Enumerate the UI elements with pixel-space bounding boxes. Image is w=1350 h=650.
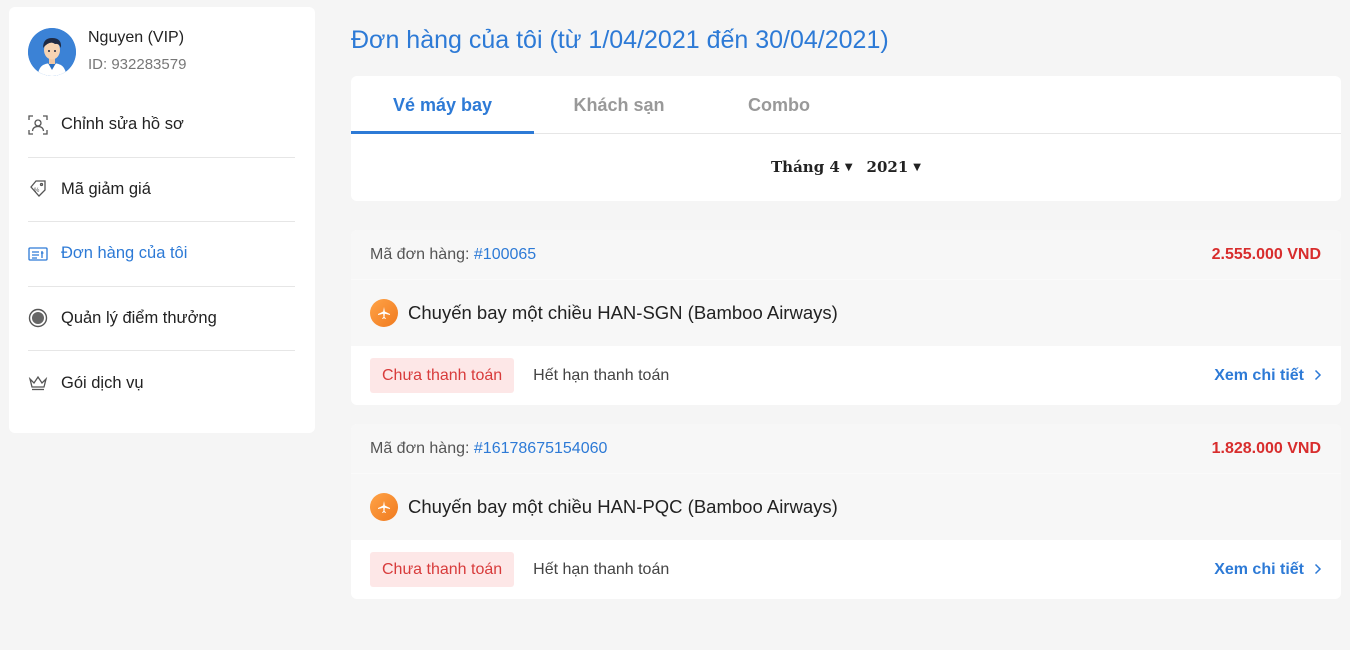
sidebar-item-label: Quản lý điểm thưởng: [61, 308, 217, 327]
order-card: Mã đơn hàng: #16178675154060 1.828.000 V…: [351, 424, 1341, 599]
tabs-card: Vé máy bay Khách sạn Combo Tháng 4 ▼ 202…: [351, 76, 1341, 201]
status-text: Hết hạn thanh toán: [533, 366, 670, 384]
order-code-label: Mã đơn hàng:: [370, 439, 470, 457]
user-id: ID: 932283579: [88, 56, 187, 73]
order-code-label: Mã đơn hàng:: [370, 245, 470, 263]
order-header: Mã đơn hàng: #100065 2.555.000 VND: [351, 230, 1341, 279]
caret-down-icon: ▼: [844, 161, 853, 173]
order-header: Mã đơn hàng: #16178675154060 1.828.000 V…: [351, 424, 1341, 473]
sidebar: Nguyen (VIP) ID: 932283579 Chỉnh sửa hồ …: [9, 7, 315, 433]
view-details-label: Xem chi tiết: [1214, 366, 1304, 384]
month-select[interactable]: Tháng 4 ▼: [771, 158, 853, 176]
order-code: #100065: [473, 245, 537, 263]
chevron-right-icon: [1314, 368, 1322, 384]
sidebar-item-discount[interactable]: % Mã giảm giá: [28, 158, 295, 222]
order-price: 1.828.000 VND: [1211, 439, 1321, 457]
order-title-row: Chuyến bay một chiều HAN-SGN (Bamboo Air…: [351, 279, 1341, 346]
year-select[interactable]: 2021 ▼: [867, 158, 921, 176]
status-text: Hết hạn thanh toán: [533, 560, 670, 578]
crown-icon: [28, 373, 48, 393]
order-list-icon: [28, 244, 48, 264]
user-profile: Nguyen (VIP) ID: 932283579: [28, 27, 186, 76]
tab-flights[interactable]: Vé máy bay: [351, 76, 534, 134]
points-circle-icon: [28, 308, 48, 328]
user-name: Nguyen (VIP): [88, 29, 185, 46]
sidebar-item-label: Chỉnh sửa hồ sơ: [61, 115, 184, 134]
month-select-value: Tháng 4: [771, 158, 840, 176]
status-badge: Chưa thanh toán: [370, 358, 515, 393]
avatar: [28, 27, 76, 76]
order-tabs: Vé máy bay Khách sạn Combo: [351, 76, 1341, 134]
order-title-row: Chuyến bay một chiều HAN-PQC (Bamboo Air…: [351, 473, 1341, 540]
order-code: #16178675154060: [473, 439, 608, 457]
plane-icon: [370, 493, 398, 521]
view-details-label: Xem chi tiết: [1214, 560, 1304, 578]
order-price: 2.555.000 VND: [1211, 245, 1321, 263]
chevron-right-icon: [1314, 562, 1322, 578]
year-select-value: 2021: [866, 158, 909, 176]
user-avatar-icon: [28, 27, 76, 76]
view-details-link[interactable]: Xem chi tiết: [1214, 561, 1322, 579]
order-footer: Chưa thanh toán Hết hạn thanh toán Xem c…: [351, 540, 1341, 599]
tab-combo[interactable]: Combo: [704, 76, 854, 133]
sidebar-item-my-orders[interactable]: Đơn hàng của tôi: [28, 222, 295, 287]
profile-scan-icon: [28, 115, 48, 135]
order-footer: Chưa thanh toán Hết hạn thanh toán Xem c…: [351, 346, 1341, 405]
sidebar-item-edit-profile[interactable]: Chỉnh sửa hồ sơ: [28, 93, 295, 158]
date-filters: Tháng 4 ▼ 2021 ▼: [351, 134, 1341, 200]
caret-down-icon: ▼: [913, 161, 921, 173]
sidebar-item-service-package[interactable]: Gói dịch vụ: [28, 351, 295, 416]
sidebar-item-reward-points[interactable]: Quản lý điểm thưởng: [28, 287, 295, 351]
order-title: Chuyến bay một chiều HAN-SGN (Bamboo Air…: [408, 302, 838, 323]
discount-tag-icon: %: [28, 179, 48, 199]
page-title: Đơn hàng của tôi (từ 1/04/2021 đến 30/04…: [351, 26, 889, 54]
view-details-link[interactable]: Xem chi tiết: [1214, 367, 1322, 385]
svg-text:%: %: [34, 188, 40, 194]
plane-icon: [370, 299, 398, 327]
status-badge: Chưa thanh toán: [370, 552, 515, 587]
sidebar-item-label: Đơn hàng của tôi: [61, 244, 188, 263]
order-card: Mã đơn hàng: #100065 2.555.000 VND Chuyế…: [351, 230, 1341, 405]
sidebar-menu: Chỉnh sửa hồ sơ % Mã giảm giá Đơn hàng c…: [28, 93, 295, 416]
sidebar-item-label: Gói dịch vụ: [61, 373, 144, 392]
tab-hotels[interactable]: Khách sạn: [534, 76, 704, 133]
order-title: Chuyến bay một chiều HAN-PQC (Bamboo Air…: [408, 496, 838, 517]
sidebar-item-label: Mã giảm giá: [61, 179, 151, 198]
